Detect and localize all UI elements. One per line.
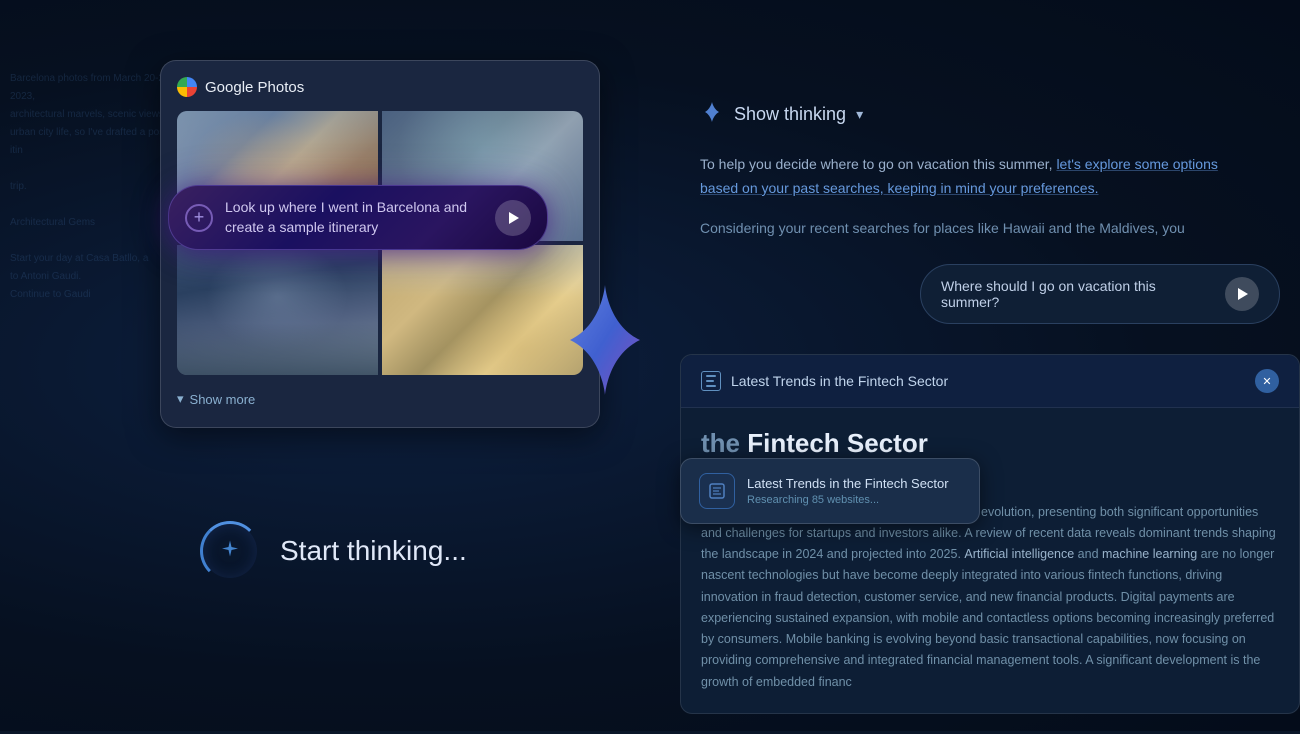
fintech-close-button[interactable]: ✕ (1255, 369, 1279, 393)
ai-response-continued-text: Considering your recent searches for pla… (700, 220, 1185, 236)
show-more-label: Show more (190, 392, 256, 407)
center-gemini-star (560, 280, 650, 405)
fintech-article-card: Latest Trends in the Fintech Sector ✕ th… (680, 354, 1300, 713)
thinking-icon (200, 521, 260, 581)
fintech-card-header: Latest Trends in the Fintech Sector ✕ (681, 355, 1299, 408)
ai-response-text: To help you decide where to go on vacati… (680, 153, 1260, 201)
show-thinking-text: Show thinking (734, 104, 846, 125)
close-x-icon: ✕ (1262, 375, 1271, 388)
prompt-bar: + Look up where I went in Barcelona and … (168, 185, 548, 250)
fintech-title-large: the Fintech Sector (701, 428, 1279, 459)
term-ml: machine learning (1102, 547, 1197, 561)
research-icon (699, 473, 735, 509)
show-more-chevron: ▾ (177, 391, 184, 407)
vacation-send-button[interactable] (1225, 277, 1259, 311)
vacation-input-box[interactable]: Where should I go on vacation this summe… (920, 264, 1280, 324)
fintech-header-title: Latest Trends in the Fintech Sector (731, 373, 1245, 389)
right-panel: Show thinking ▾ To help you decide where… (680, 80, 1300, 734)
research-subtitle: Researching 85 websites... (747, 494, 949, 506)
thinking-star-icon (220, 539, 240, 564)
show-thinking-chevron: ▾ (856, 106, 863, 123)
thinking-sparkle-icon (700, 100, 724, 129)
prompt-text: Look up where I went in Barcelona and cr… (225, 198, 483, 237)
vacation-input-row: Where should I go on vacation this summe… (680, 264, 1300, 324)
show-more-row[interactable]: ▾ Show more (177, 387, 583, 411)
show-thinking-bar[interactable]: Show thinking ▾ (680, 100, 1300, 129)
google-photos-icon (177, 77, 197, 97)
fintech-card-body: the Fintech Sector Executive Summary: Th… (681, 408, 1299, 712)
ai-response-prefix: To help you decide where to go on vacati… (700, 156, 1056, 172)
article-line-2 (706, 380, 714, 382)
article-lines-icon (706, 375, 716, 387)
fintech-body-text: The financial technology sector continue… (701, 502, 1279, 693)
fintech-title-text: the (701, 428, 747, 458)
researching-badge: Latest Trends in the Fintech Sector Rese… (680, 458, 980, 524)
article-line-1 (706, 375, 716, 377)
prompt-plus-button[interactable]: + (185, 204, 213, 232)
photo-cell-3[interactable] (382, 245, 583, 375)
prompt-send-button[interactable] (495, 200, 531, 236)
start-thinking-label: Start thinking... (280, 535, 467, 567)
fintech-title-main: Fintech Sector (747, 428, 928, 458)
article-line-3 (706, 385, 716, 387)
photo-cell-2[interactable] (177, 245, 378, 375)
send-arrow-icon (509, 212, 519, 224)
research-title: Latest Trends in the Fintech Sector (747, 476, 949, 491)
ai-response-continued: Considering your recent searches for pla… (680, 217, 1300, 241)
plus-icon: + (194, 207, 205, 228)
article-icon (701, 371, 721, 391)
vacation-send-arrow-icon (1238, 288, 1248, 300)
research-info: Latest Trends in the Fintech Sector Rese… (747, 476, 949, 506)
card-title: Google Photos (205, 79, 304, 96)
start-thinking-section: Start thinking... (200, 521, 467, 581)
term-ai: Artificial intelligence (964, 547, 1074, 561)
vacation-input-text: Where should I go on vacation this summe… (941, 278, 1211, 310)
card-header: Google Photos (177, 77, 583, 97)
